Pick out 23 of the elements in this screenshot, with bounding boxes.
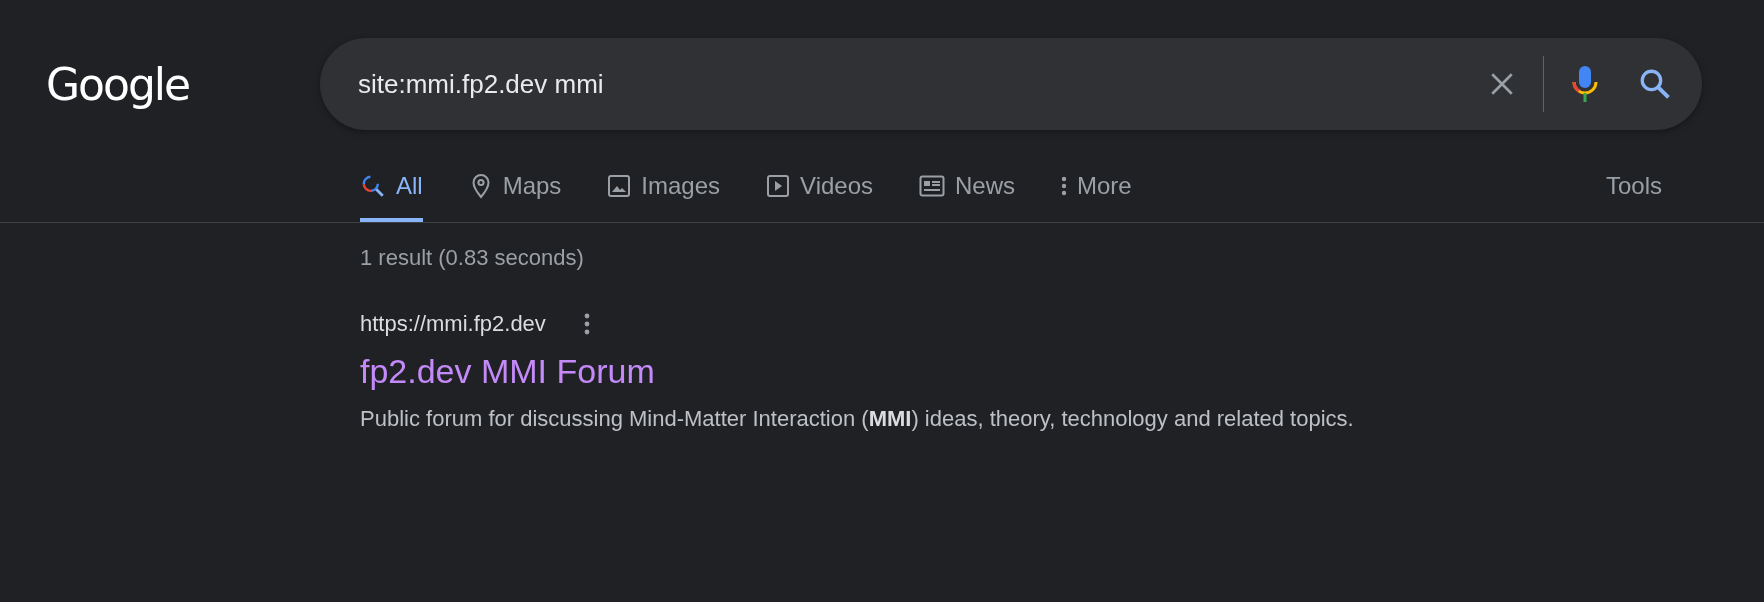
microphone-icon[interactable]	[1572, 65, 1598, 103]
image-icon	[607, 174, 632, 198]
tab[interactable]: More	[1061, 162, 1132, 222]
play-icon	[766, 174, 791, 198]
tab[interactable]: News	[919, 162, 1016, 222]
search-icon	[360, 173, 386, 199]
result-url[interactable]: https://mmi.fp2.dev	[360, 311, 546, 337]
search-field[interactable]: site:mmi.fp2.dev mmi	[320, 38, 1702, 130]
result-stats: 1 result (0.83 seconds)	[360, 245, 585, 271]
tab[interactable]: All	[360, 162, 423, 222]
result-title-link[interactable]: fp2.dev MMI Forum	[360, 349, 655, 394]
result-snippet: Public forum for discussing Mind-Matter Interaction (MMI) ideas, theory, technology and related topics.	[360, 405, 1355, 434]
search-icon[interactable]	[1638, 67, 1672, 101]
more-vertical-icon	[1061, 175, 1068, 197]
more-vertical-icon[interactable]	[583, 312, 590, 336]
logo[interactable]: Google	[46, 58, 320, 110]
newspaper-icon	[919, 175, 945, 197]
tab[interactable]: Images	[607, 162, 721, 222]
clear-icon[interactable]	[1489, 71, 1515, 97]
tab[interactable]: Maps	[468, 162, 562, 222]
search-query: site:mmi.fp2.dev mmi	[358, 68, 605, 100]
tab[interactable]: Videos	[766, 162, 873, 222]
tools-button[interactable]: Tools	[1605, 162, 1662, 222]
